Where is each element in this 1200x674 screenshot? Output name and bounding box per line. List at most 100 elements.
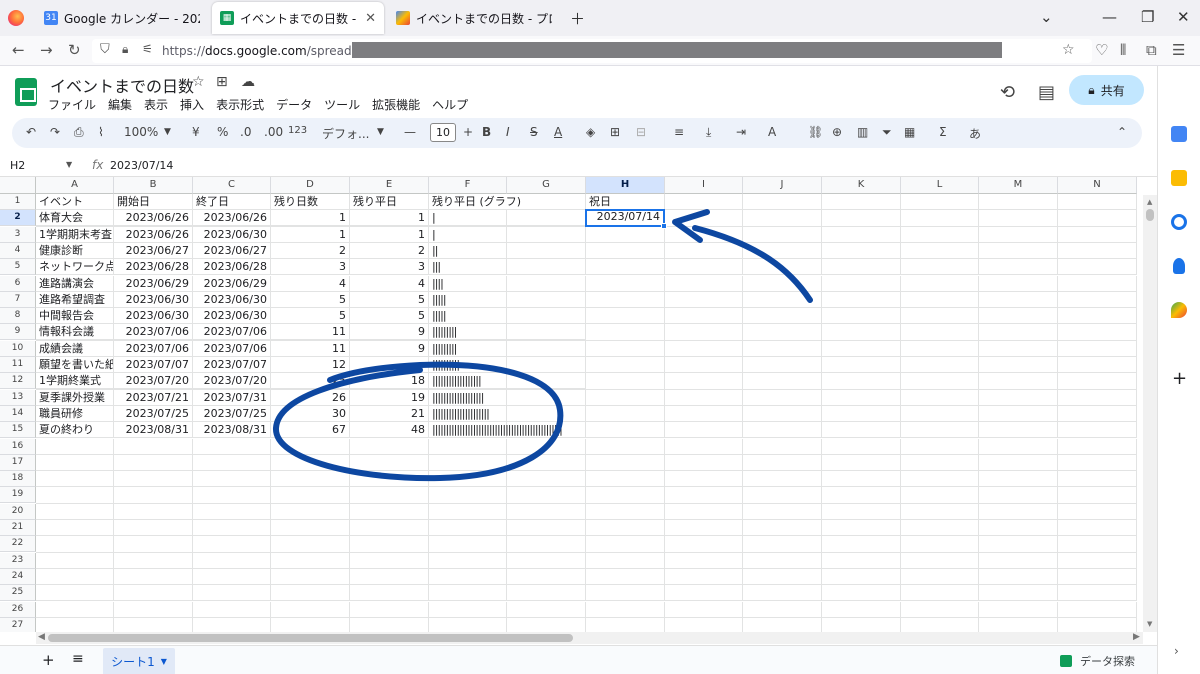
cell[interactable]	[665, 389, 743, 406]
cell[interactable]	[901, 503, 979, 520]
increase-font-size-icon[interactable]: +	[463, 125, 473, 139]
start-date-cell[interactable]: 2023/07/07	[114, 357, 193, 373]
column-header-l[interactable]: L	[901, 177, 979, 194]
cell[interactable]	[665, 601, 743, 618]
cell[interactable]	[743, 568, 822, 586]
row-header[interactable]: 16	[0, 438, 36, 455]
start-date-cell[interactable]: 2023/08/31	[114, 422, 193, 439]
cell[interactable]	[586, 422, 665, 439]
cell[interactable]	[901, 291, 979, 309]
cell[interactable]	[36, 536, 114, 553]
cell[interactable]	[901, 389, 979, 406]
percent-format-button[interactable]: %	[217, 125, 228, 139]
row-header[interactable]: 25	[0, 585, 36, 602]
scroll-right-icon[interactable]: ▶	[1133, 632, 1140, 642]
cell[interactable]	[350, 357, 429, 374]
number-format-button[interactable]: 123	[288, 125, 307, 136]
cell[interactable]	[193, 585, 271, 602]
maps-icon[interactable]	[1171, 302, 1187, 318]
column-header-c[interactable]: C	[193, 177, 271, 194]
row-header[interactable]: 26	[0, 601, 36, 618]
remaining-weekdays-cell[interactable]: 5	[350, 308, 429, 325]
cell[interactable]	[350, 471, 429, 488]
cell[interactable]	[507, 520, 586, 537]
remaining-weekdays-cell[interactable]: 9	[350, 324, 429, 341]
filter-views-icon[interactable]: ▦	[904, 125, 915, 139]
cell[interactable]	[979, 308, 1058, 325]
cell[interactable]	[979, 259, 1058, 276]
start-date-cell[interactable]: 2023/06/28	[114, 259, 193, 276]
cell[interactable]	[586, 308, 665, 325]
remaining-days-cell[interactable]: 3	[271, 259, 350, 276]
cell[interactable]	[665, 226, 743, 243]
cell[interactable]	[586, 503, 665, 520]
cell[interactable]	[271, 520, 350, 537]
cell[interactable]	[350, 520, 429, 537]
cell[interactable]	[114, 520, 193, 537]
cell[interactable]	[429, 585, 507, 602]
end-date-cell[interactable]: 2023/06/27	[193, 242, 271, 259]
cell[interactable]	[36, 520, 114, 537]
cell[interactable]	[979, 568, 1058, 586]
cell[interactable]	[901, 520, 979, 537]
row-header[interactable]: 4	[0, 242, 36, 259]
cell[interactable]	[114, 438, 193, 455]
weekday-bar-cell[interactable]: |||||	[429, 292, 586, 308]
cell[interactable]	[586, 601, 665, 618]
cell[interactable]	[822, 308, 901, 325]
column-header-m[interactable]: M	[979, 177, 1058, 194]
cell[interactable]	[586, 405, 665, 423]
formula-input[interactable]: 2023/07/14	[110, 159, 173, 172]
cell[interactable]	[1058, 585, 1137, 602]
cell[interactable]	[586, 471, 665, 488]
cell[interactable]	[665, 487, 743, 504]
insert-comment-icon[interactable]: ⊕	[832, 125, 842, 139]
cell[interactable]	[979, 242, 1058, 260]
currency-format-button[interactable]: ¥	[192, 125, 200, 139]
cell[interactable]	[507, 601, 586, 618]
cell[interactable]	[586, 585, 665, 602]
event-name-cell[interactable]: 進路希望調査	[36, 291, 114, 308]
font-chevron-icon[interactable]: ▼	[377, 127, 384, 137]
column-header-b[interactable]: B	[114, 177, 193, 194]
cell[interactable]	[350, 585, 429, 602]
cell[interactable]	[901, 324, 979, 341]
row-header[interactable]: 8	[0, 308, 36, 325]
fill-color-icon[interactable]: ◈	[586, 125, 595, 139]
restore-icon[interactable]: ❐	[1141, 8, 1154, 26]
cell[interactable]	[979, 389, 1058, 406]
row-header[interactable]: 3	[0, 226, 36, 243]
header-cell[interactable]: 祝日	[586, 194, 665, 210]
cell[interactable]	[743, 536, 822, 553]
cell[interactable]	[36, 617, 114, 632]
cell[interactable]	[193, 471, 271, 488]
end-date-cell[interactable]: 2023/06/30	[193, 291, 271, 308]
cell[interactable]	[901, 242, 979, 260]
remaining-weekdays-cell[interactable]: 5	[350, 291, 429, 308]
calendar-icon[interactable]	[1171, 126, 1187, 142]
cell[interactable]	[429, 471, 507, 488]
weekday-bar-cell[interactable]: |||||||||||||||||||||	[429, 406, 586, 422]
cell[interactable]	[743, 520, 822, 537]
cell[interactable]	[665, 291, 743, 309]
holiday-cell-selected[interactable]: 2023/07/14	[585, 209, 665, 227]
italic-icon[interactable]: I	[506, 125, 510, 139]
cell[interactable]	[822, 568, 901, 586]
cell[interactable]	[1058, 568, 1137, 586]
print-icon[interactable]: ⎙	[74, 125, 84, 140]
remaining-days-cell[interactable]: 25	[271, 373, 350, 390]
cell[interactable]	[979, 210, 1058, 227]
cell[interactable]	[901, 357, 979, 374]
increase-decimal-button[interactable]: .00	[264, 125, 283, 139]
cell[interactable]	[743, 324, 822, 341]
cell[interactable]	[507, 438, 586, 455]
remaining-days-cell[interactable]: 26	[271, 389, 350, 406]
insert-chart-icon[interactable]: ▥	[857, 125, 868, 139]
row-header[interactable]: 12	[0, 373, 36, 390]
cell[interactable]	[350, 617, 429, 632]
header-cell[interactable]: 開始日	[114, 194, 193, 210]
row-header[interactable]: 23	[0, 552, 36, 569]
menu-file[interactable]: ファイル	[48, 96, 96, 113]
column-header-a[interactable]: A	[36, 177, 114, 194]
cell[interactable]	[979, 454, 1058, 472]
